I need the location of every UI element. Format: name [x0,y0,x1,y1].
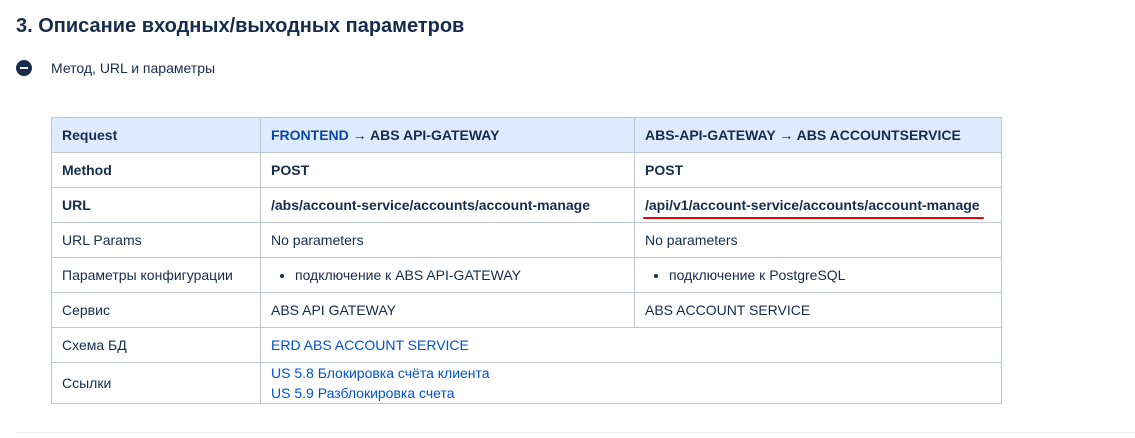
header-gateway-accountservice: ABS-API-GATEWAY → ABS ACCOUNTSERVICE [634,117,1002,153]
config-cell-2: подключение к PostgreSQL [634,257,1002,293]
table-row: Сервис ABS API GATEWAY ABS ACCOUNT SERVI… [51,292,1002,328]
row-label-method: Method [51,152,261,188]
method-value-2: POST [634,152,1002,188]
row-label-url-params: URL Params [51,222,261,258]
row-label-links: Ссылки [51,362,261,404]
us-5-8-link[interactable]: US 5.8 Блокировка счёта клиента [271,363,991,383]
url-params-value-2: No parameters [634,222,1002,258]
row-label-service: Сервис [51,292,261,328]
links-cell: US 5.8 Блокировка счёта клиента US 5.9 Р… [260,362,1002,404]
config-cell-1: подключение к ABS API-GATEWAY [260,257,635,293]
method-value-1: POST [260,152,635,188]
row-label-config: Параметры конфигурации [51,257,261,293]
url-params-value-1: No parameters [260,222,635,258]
table-row: Параметры конфигурации подключение к ABS… [51,257,1002,293]
table-row: Ссылки US 5.8 Блокировка счёта клиента U… [51,362,1002,404]
bottom-divider [16,432,1135,433]
parameters-table: Request FRONTEND → ABS API-GATEWAY ABS-A… [51,117,1002,404]
header-request: Request [51,117,261,153]
header-frontend-label: FRONTEND [271,127,349,143]
us-5-9-link[interactable]: US 5.9 Разблокировка счета [271,383,991,403]
erd-link[interactable]: ERD ABS ACCOUNT SERVICE [271,337,991,353]
url-value-2-highlighted: /api/v1/account-service/accounts/account… [643,197,984,219]
db-schema-cell: ERD ABS ACCOUNT SERVICE [260,327,1002,363]
table-row: URL /abs/account-service/accounts/accoun… [51,187,1002,223]
row-label-db-schema: Схема БД [51,327,261,363]
service-value-1: ABS API GATEWAY [260,292,635,328]
url-cell-2: /api/v1/account-service/accounts/account… [634,187,1002,223]
header-frontend-gateway: FRONTEND → ABS API-GATEWAY [260,117,635,153]
collapse-circle-icon[interactable] [16,60,32,76]
config-item-1: подключение к ABS API-GATEWAY [295,267,624,283]
table-row: Method POST POST [51,152,1002,188]
config-item-2: подключение к PostgreSQL [669,267,991,283]
table-row: Схема БД ERD ABS ACCOUNT SERVICE [51,327,1002,363]
table-row: URL Params No parameters No parameters [51,222,1002,258]
url-value-1: /abs/account-service/accounts/account-ma… [260,187,635,223]
table-header-row: Request FRONTEND → ABS API-GATEWAY ABS-A… [51,117,1002,153]
expand-section[interactable]: Метод, URL и параметры [16,56,215,80]
header-gateway-label: → ABS API-GATEWAY [348,127,500,143]
service-value-2: ABS ACCOUNT SERVICE [634,292,1002,328]
expand-label[interactable]: Метод, URL и параметры [51,60,215,76]
section-heading: 3. Описание входных/выходных параметров [16,15,465,37]
row-label-url: URL [51,187,261,223]
